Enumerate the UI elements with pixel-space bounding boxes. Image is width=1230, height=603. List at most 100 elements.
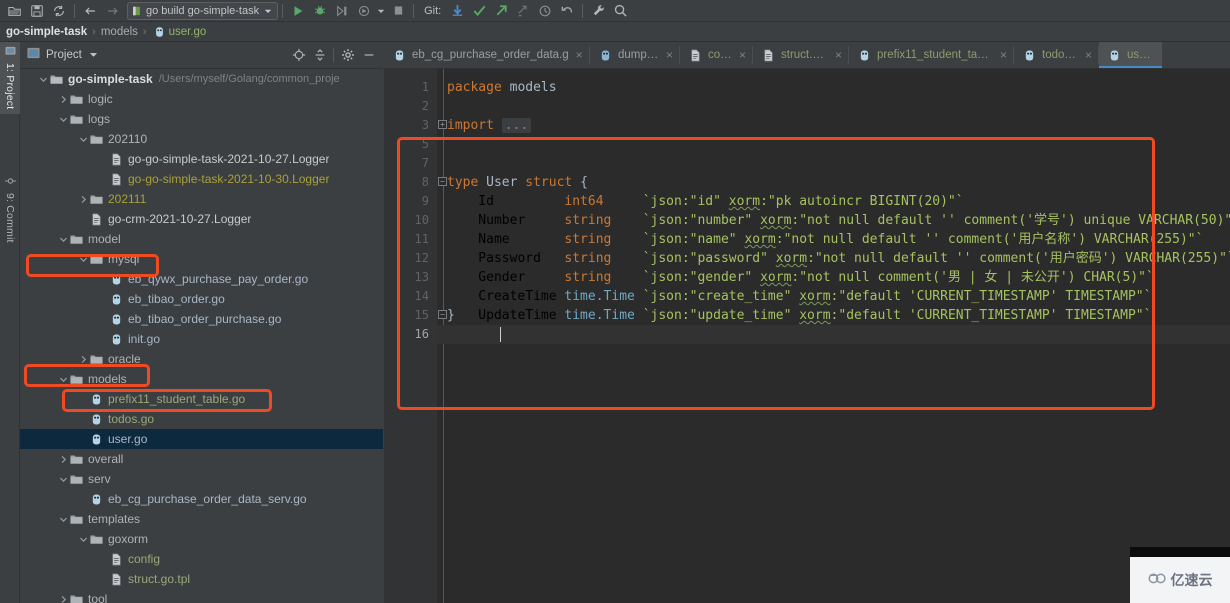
chevron-right-icon[interactable] <box>58 454 69 465</box>
chevron-down-icon[interactable] <box>58 234 69 245</box>
editor-tab[interactable]: todos.go × <box>1014 42 1098 68</box>
tree-row[interactable]: 202110 <box>20 129 383 149</box>
profile-icon[interactable] <box>353 1 375 21</box>
editor-gutter[interactable]: 1 2 3 5 7 8 9 10 11 12 13 14 15 16 <box>384 69 437 603</box>
code-editor[interactable]: 1 2 3 5 7 8 9 10 11 12 13 14 15 16 package models + imp… <box>384 69 1230 603</box>
debug-icon[interactable] <box>309 1 331 21</box>
tree-row[interactable]: eb_qywx_purchase_pay_order.go <box>20 269 383 289</box>
tree-row[interactable]: overall <box>20 449 383 469</box>
stop-icon[interactable] <box>387 1 409 21</box>
save-icon[interactable] <box>26 1 48 21</box>
fold-collapse-end-icon[interactable]: − <box>438 310 447 319</box>
close-icon[interactable]: × <box>739 48 746 62</box>
chevron-down-icon[interactable] <box>78 134 89 145</box>
tree-row[interactable]: templates <box>20 509 383 529</box>
close-icon[interactable]: × <box>1085 48 1092 62</box>
tree-row[interactable]: go-go-simple-task-2021-10-27.Logger <box>20 149 383 169</box>
close-icon[interactable]: × <box>1000 48 1007 62</box>
tree-row[interactable]: init.go <box>20 329 383 349</box>
tree-row[interactable]: go-go-simple-task-2021-10-30.Logger <box>20 169 383 189</box>
tree-row[interactable]: logic <box>20 89 383 109</box>
fold-collapse-icon[interactable]: − <box>438 177 447 186</box>
settings-wrench-icon[interactable] <box>587 1 609 21</box>
editor-tab[interactable]: dump.go × <box>590 42 679 68</box>
tree-row[interactable]: serv <box>20 469 383 489</box>
breadcrumb-file[interactable]: user.go <box>169 26 207 38</box>
run-configuration-selector[interactable]: go build go-simple-task <box>127 1 279 20</box>
tree-row[interactable]: go-simple-task/Users/myself/Golang/commo… <box>20 69 383 89</box>
locate-icon[interactable] <box>288 45 309 65</box>
run-icon[interactable] <box>287 1 309 21</box>
tree-row[interactable]: tool <box>20 589 383 603</box>
tree-row[interactable]: prefix11_student_table.go <box>20 389 383 409</box>
tree-row[interactable]: user.go <box>20 429 383 449</box>
editor-code-area[interactable]: package models + import ... − type User stru… <box>437 69 1230 603</box>
chevron-down-icon[interactable] <box>58 514 69 525</box>
chevron-right-icon[interactable] <box>58 594 69 603</box>
tree-row[interactable]: goxorm <box>20 529 383 549</box>
chevron-down-icon[interactable] <box>78 254 89 265</box>
tree-row[interactable]: config <box>20 549 383 569</box>
chevron-right-icon[interactable] <box>58 94 69 105</box>
forward-arrow-icon[interactable] <box>101 1 123 21</box>
chevron-down-icon[interactable] <box>78 534 89 545</box>
commit-icon[interactable] <box>468 1 490 21</box>
editor-tab[interactable]: user.go <box>1099 42 1162 68</box>
editor-tab[interactable]: eb_cg_purchase_order_data.g × <box>384 42 589 68</box>
chevron-down-icon[interactable] <box>58 114 69 125</box>
tree-row[interactable]: mysql <box>20 249 383 269</box>
update-project-icon[interactable] <box>446 1 468 21</box>
hide-panel-icon[interactable] <box>358 45 379 65</box>
editor-tab[interactable]: prefix11_student_table.g × <box>849 42 1013 68</box>
push-icon[interactable] <box>490 1 512 21</box>
close-icon[interactable]: × <box>835 48 842 62</box>
code-line-field: Name string `json:"name" xorm:"not null … <box>447 232 1204 247</box>
open-folder-icon[interactable] <box>4 1 26 21</box>
tree-row[interactable]: model <box>20 229 383 249</box>
editor-tab[interactable]: struct.go.tp × <box>753 42 848 68</box>
tree-row[interactable]: models <box>20 369 383 389</box>
tree-row[interactable]: todos.go <box>20 409 383 429</box>
collapsed-import-placeholder[interactable]: ... <box>501 118 532 133</box>
gear-icon[interactable] <box>337 45 358 65</box>
chevron-down-icon[interactable] <box>38 74 49 85</box>
tree-row[interactable]: logs <box>20 109 383 129</box>
chevron-right-icon[interactable] <box>78 354 89 365</box>
breadcrumb-folder[interactable]: models <box>101 26 138 38</box>
folder-icon <box>89 252 104 267</box>
text-caret <box>500 327 501 342</box>
tree-row[interactable]: eb_tibao_order_purchase.go <box>20 309 383 329</box>
chevron-down-icon[interactable] <box>89 46 98 64</box>
chevron-right-icon[interactable] <box>78 194 89 205</box>
tree-row[interactable]: 202111 <box>20 189 383 209</box>
back-arrow-icon[interactable] <box>79 1 101 21</box>
chevron-down-icon[interactable] <box>58 374 69 385</box>
sidebar-item-project[interactable]: 1: Project <box>0 42 20 114</box>
chevron-down-icon[interactable] <box>58 474 69 485</box>
project-tree[interactable]: go-simple-task/Users/myself/Golang/commo… <box>20 69 383 603</box>
tree-row[interactable]: eb_tibao_order.go <box>20 289 383 309</box>
close-icon[interactable]: × <box>576 48 583 62</box>
profile-dropdown-icon[interactable] <box>375 1 387 21</box>
rollback-arrow-icon[interactable] <box>512 1 534 21</box>
run-with-coverage-icon[interactable] <box>331 1 353 21</box>
close-icon[interactable]: × <box>666 48 673 62</box>
folder-icon <box>89 132 104 147</box>
fold-expand-icon[interactable]: + <box>438 120 447 129</box>
search-icon[interactable] <box>609 1 631 21</box>
history-icon[interactable] <box>534 1 556 21</box>
collapse-all-icon[interactable] <box>309 45 330 65</box>
editor-tab-bar[interactable]: eb_cg_purchase_order_data.g × dump.go × conf… <box>384 42 1230 69</box>
editor-tab[interactable]: config × <box>680 42 752 68</box>
breadcrumb-project[interactable]: go-simple-task <box>6 26 87 38</box>
sync-icon[interactable] <box>48 1 70 21</box>
tree-row[interactable]: go-crm-2021-10-27.Logger <box>20 209 383 229</box>
tree-row[interactable]: struct.go.tpl <box>20 569 383 589</box>
tree-row[interactable]: oracle <box>20 349 383 369</box>
tree-row[interactable]: eb_cg_purchase_order_data_serv.go <box>20 489 383 509</box>
undo-icon[interactable] <box>556 1 578 21</box>
sidebar-item-commit[interactable]: 9: Commit <box>0 170 20 248</box>
